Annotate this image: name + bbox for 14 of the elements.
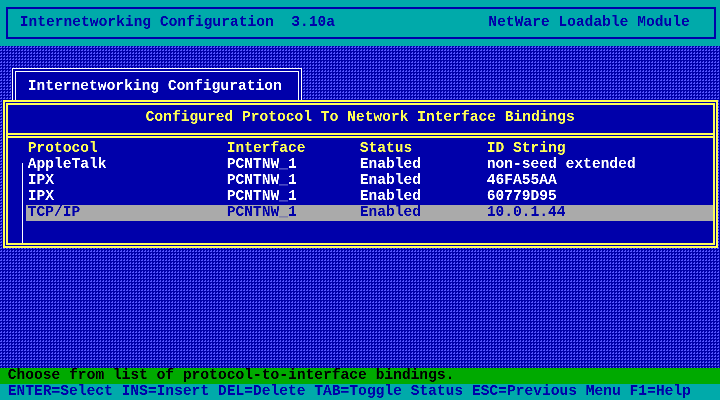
binding-row[interactable]: AppleTalk PCNTNW_1 Enabled non-seed extended <box>26 157 713 173</box>
column-header: Status <box>360 141 414 157</box>
program-title: Internetworking Configuration 3.10a <box>20 15 336 31</box>
binding-row[interactable]: IPX PCNTNW_1 Enabled 60779D95 <box>26 189 713 205</box>
column-header: Protocol <box>28 141 100 157</box>
binding-row[interactable]: TCP/IP PCNTNW_1 Enabled 10.0.1.44 <box>26 205 713 221</box>
status-message: Choose from list of protocol-to-interface bindings. <box>0 368 720 384</box>
column-header: Interface <box>227 141 307 157</box>
column-header: ID String <box>487 141 567 157</box>
binding-row[interactable]: IPX PCNTNW_1 Enabled 46FA55AA <box>26 173 713 189</box>
key-help: ENTER=Select INS=Insert DEL=Delete TAB=Toggle Status ESC=Previous Menu F1=Help <box>0 384 720 400</box>
panel-title: Configured Protocol To Network Interface Bindings <box>8 105 713 138</box>
menu-title: Internetworking Configuration <box>12 68 302 100</box>
module-label: NetWare Loadable Module <box>488 15 690 31</box>
